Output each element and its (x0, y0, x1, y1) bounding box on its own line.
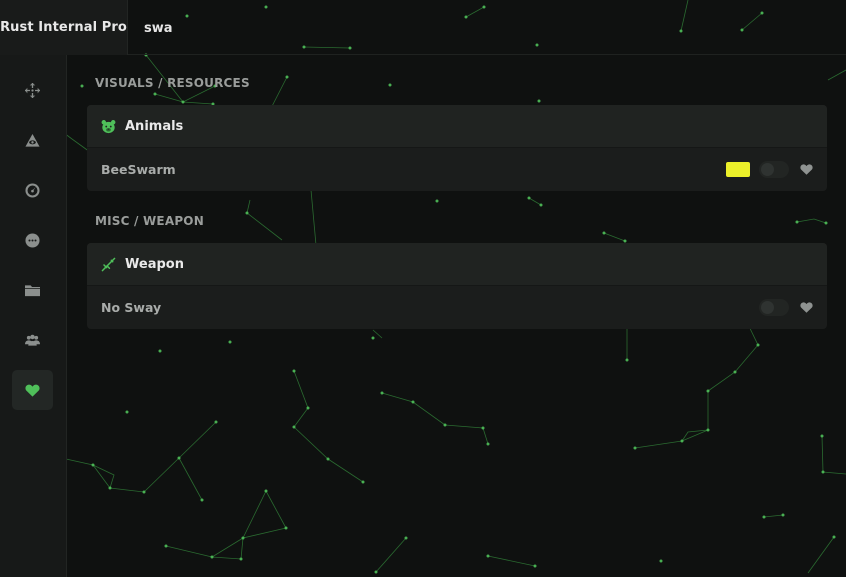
beeswarm-toggle[interactable] (759, 161, 789, 178)
favorite-heart-icon[interactable] (800, 163, 813, 176)
sidebar-item-visuals[interactable] (12, 120, 53, 160)
sidebar-item-players[interactable] (12, 320, 53, 360)
folder-icon (25, 284, 40, 296)
card-animals: Animals BeeSwarm (87, 105, 827, 191)
chat-icon (25, 232, 40, 248)
eye-icon (25, 133, 40, 147)
sidebar (0, 55, 67, 577)
sidebar-item-configs[interactable] (12, 270, 53, 310)
option-label-beeswarm: BeeSwarm (101, 162, 176, 177)
favorite-heart-icon[interactable] (800, 301, 813, 314)
color-picker-swatch[interactable] (726, 162, 750, 177)
section-title-misc-weapon: MISC / WEAPON (95, 214, 204, 228)
card-weapon: Weapon No Sway (87, 243, 827, 329)
crosshair-icon (25, 82, 40, 98)
sidebar-item-chat[interactable] (12, 220, 53, 260)
rifle-icon (101, 257, 116, 271)
sidebar-item-aimbot[interactable] (12, 70, 53, 110)
sidebar-item-misc[interactable] (12, 170, 53, 210)
option-row-beeswarm: BeeSwarm (87, 148, 827, 191)
card-title-weapon: Weapon (125, 256, 184, 272)
option-label-no-sway: No Sway (101, 300, 162, 315)
search-input[interactable] (144, 17, 444, 39)
card-header-animals: Animals (87, 105, 827, 148)
users-icon (25, 334, 40, 346)
app-title: Rust Internal Pro (0, 0, 128, 55)
section-title-visuals-resources: VISUALS / RESOURCES (95, 76, 250, 90)
top-bar: Rust Internal Pro (0, 0, 846, 55)
bear-icon (101, 119, 116, 133)
sidebar-item-favorites[interactable] (12, 370, 53, 410)
heart-icon (25, 384, 40, 397)
no-sway-toggle[interactable] (759, 299, 789, 316)
card-title-animals: Animals (125, 118, 184, 134)
card-header-weapon: Weapon (87, 243, 827, 286)
gauge-icon (25, 182, 40, 198)
option-row-no-sway: No Sway (87, 286, 827, 329)
